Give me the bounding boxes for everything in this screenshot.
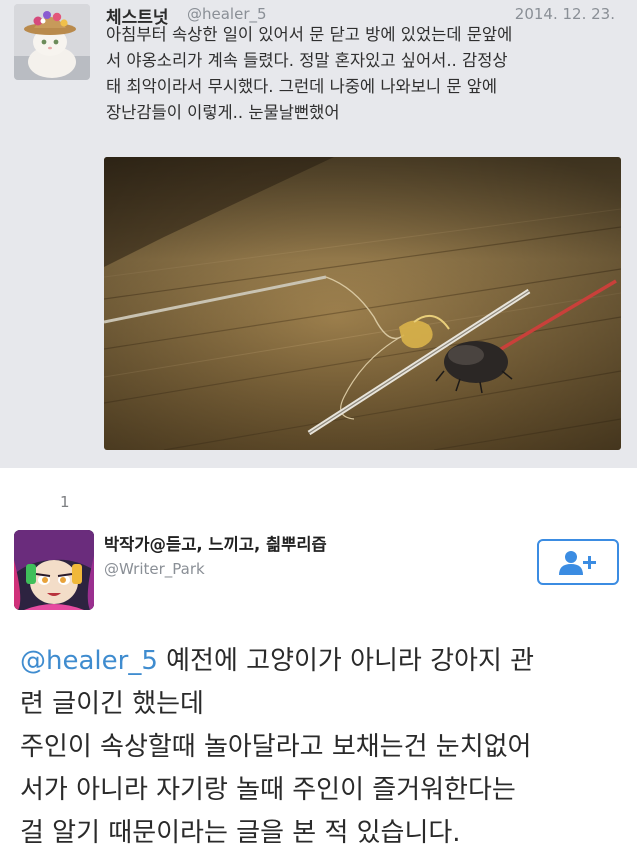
tweet-text-fragment: 예전에 고양이가 아니라 강아지 관 xyxy=(157,646,535,676)
tweet-text-line: 주인이 속상할때 놀아달라고 보채는건 눈치없어 xyxy=(20,732,532,762)
follow-button[interactable] xyxy=(537,539,619,585)
avatar[interactable] xyxy=(14,4,90,80)
cat-with-flower-hat-avatar xyxy=(14,4,90,80)
tweet-text: @healer_5 예전에 고양이가 아니라 강아지 관 련 글이긴 했는데 주… xyxy=(20,640,625,855)
user-handle[interactable]: @healer_5 xyxy=(187,5,267,23)
mention-link[interactable]: @healer_5 xyxy=(20,646,158,676)
tweet-text-line: 련 글이긴 했는데 xyxy=(20,689,204,719)
tweet-text-line: 아침부터 속상한 일이 있어서 문 닫고 방에 있었는데 문앞에 xyxy=(106,25,513,44)
cat-toys-on-wooden-floor-photo xyxy=(104,157,621,450)
add-user-icon xyxy=(559,551,596,575)
tweet-text-line: 장난감들이 이렇게.. 눈물날뻔했어 xyxy=(106,103,340,122)
tweet-text-line: 서 야옹소리가 계속 들렸다. 정말 혼자있고 싶어서.. 감정상 xyxy=(106,51,508,70)
anime-character-avatar xyxy=(14,530,94,610)
tweet-text-line: 서가 아니라 자기랑 놀때 주인이 즐거워한다는 xyxy=(20,775,516,805)
avatar[interactable] xyxy=(14,530,94,610)
user-handle[interactable]: @Writer_Park xyxy=(104,560,205,578)
reply-tweet: 1 박작가@듣고, 느끼고, 칆뿌리즙 @Writer_Park @healer… xyxy=(0,468,637,852)
original-tweet: 체스트넛 @healer_5 2014. 12. 23. 아침부터 속상한 일이… xyxy=(0,0,637,468)
reply-marker: 1 xyxy=(60,493,70,511)
tweet-photo[interactable] xyxy=(104,157,621,450)
tweet-date: 2014. 12. 23. xyxy=(514,5,615,23)
tweet-text: 아침부터 속상한 일이 있어서 문 닫고 방에 있었는데 문앞에 서 야옹소리가… xyxy=(106,22,626,126)
tweet-text-line: @healer_5 예전에 고양이가 아니라 강아지 관 xyxy=(20,640,625,683)
tweet-text-line: 태 최악이라서 무시했다. 그런데 나중에 나와보니 문 앞에 xyxy=(106,77,498,96)
tweet-text-line: 걸 알기 때문이라는 글을 본 적 있습니다. xyxy=(20,818,461,848)
display-name[interactable]: 박작가@듣고, 느끼고, 칆뿌리즙 xyxy=(104,531,327,555)
